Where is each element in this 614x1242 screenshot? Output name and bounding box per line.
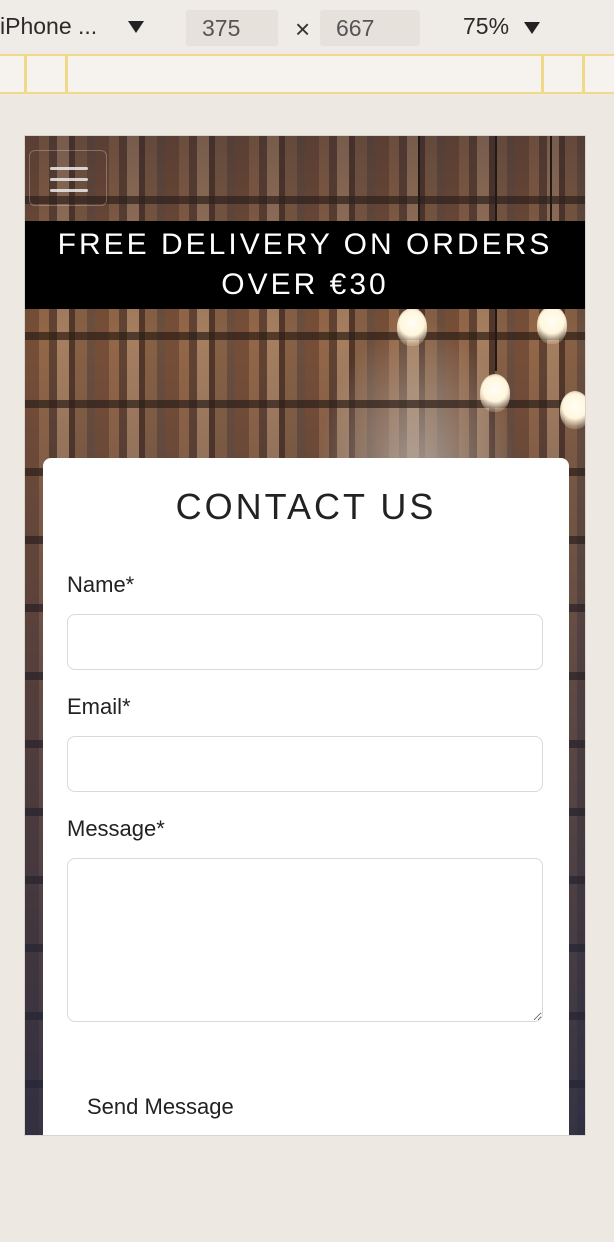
ruler-tick: [65, 56, 68, 92]
media-query-ruler[interactable]: [0, 54, 614, 94]
promo-line-1: FREE DELIVERY ON ORDERS: [57, 228, 553, 261]
contact-title: CONTACT US: [175, 486, 437, 527]
message-label: Message*: [67, 816, 165, 841]
send-message-button[interactable]: Send Message: [87, 1094, 234, 1120]
hamburger-icon: [50, 189, 88, 192]
dimension-separator: ×: [295, 14, 311, 44]
devtools-toolbar: iPhone ... 375 × 667 75%: [0, 0, 614, 56]
hanging-bulb: [560, 391, 585, 429]
promo-line-2: OVER €30: [221, 268, 389, 301]
name-input[interactable]: [67, 614, 543, 670]
emulated-viewport: FREE DELIVERY ON ORDERS OVER €30 CONTACT…: [24, 135, 586, 1136]
hamburger-icon: [50, 178, 88, 181]
hamburger-menu-button[interactable]: [29, 150, 107, 206]
email-label: Email*: [67, 694, 131, 719]
device-select[interactable]: iPhone ...: [0, 13, 97, 40]
hanging-bulb: [397, 308, 427, 346]
viewport-height-input[interactable]: 667: [320, 10, 420, 46]
ruler-tick: [582, 56, 585, 92]
name-label: Name*: [67, 572, 135, 597]
hanging-bulb: [480, 374, 510, 412]
device-caret-down-icon[interactable]: [128, 21, 144, 33]
viewport-width-input[interactable]: 375: [186, 10, 278, 46]
contact-form-card: CONTACT US Name* Email* Message* Send Me…: [43, 458, 569, 1135]
hanging-bulb: [537, 306, 567, 344]
hamburger-icon: [50, 167, 88, 170]
zoom-caret-down-icon[interactable]: [524, 22, 540, 34]
zoom-select[interactable]: 75%: [463, 13, 509, 40]
email-input[interactable]: [67, 736, 543, 792]
free-delivery-banner: FREE DELIVERY ON ORDERS OVER €30: [25, 221, 585, 309]
ruler-tick: [24, 56, 27, 92]
message-textarea[interactable]: [67, 858, 543, 1022]
ruler-tick: [541, 56, 544, 92]
